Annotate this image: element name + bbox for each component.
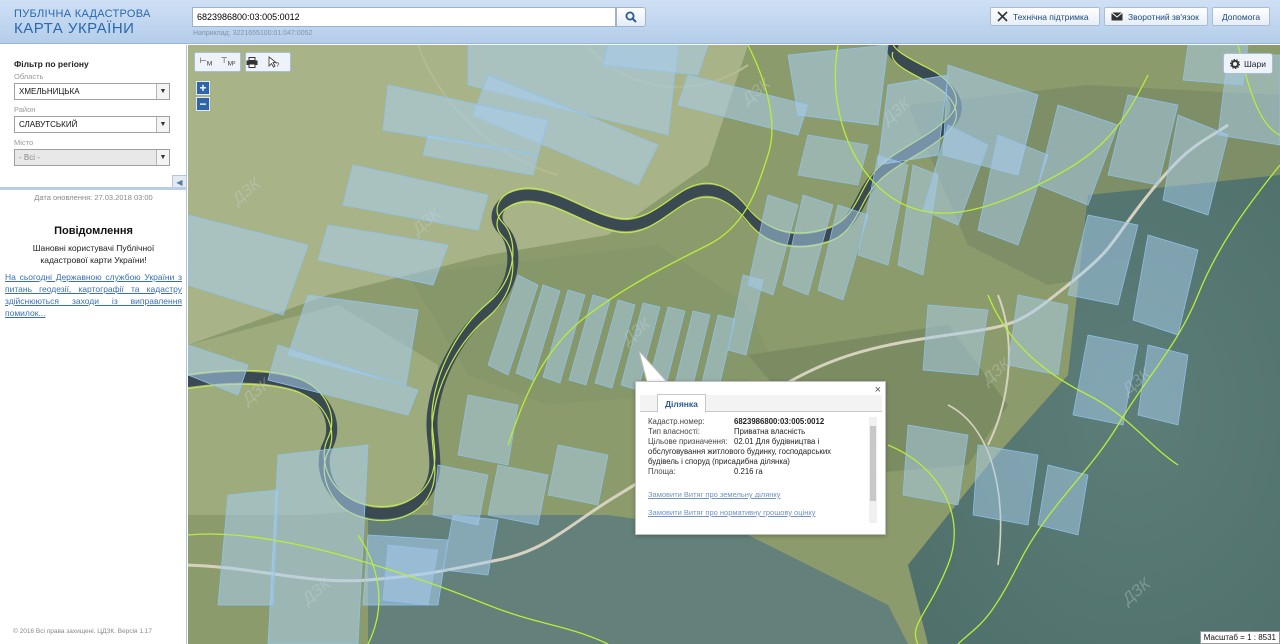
logo-line2: КАРТА УКРАЇНИ	[14, 20, 135, 37]
city-select[interactable]: - Всі - ▼	[14, 149, 170, 166]
region-value: ХМЕЛЬНИЦЬКА	[19, 87, 80, 96]
parcel-popup: × Ділянка Кадастр.номер: 6823986800:03:0…	[635, 381, 886, 535]
envelope-icon	[1111, 12, 1123, 21]
top-bar: ПУБЛІЧНА КАДАСТРОВА КАРТА УКРАЇНИ Наприк…	[0, 0, 1280, 44]
identify-button[interactable]: ?	[268, 56, 290, 68]
feedback-label: Зворотний зв'язок	[1128, 11, 1199, 22]
scrollbar-thumb[interactable]	[870, 426, 876, 501]
field-value: 6823986800:03:005:0012	[734, 417, 825, 426]
region-label: Область	[14, 72, 44, 81]
popup-pointer	[639, 351, 669, 383]
field-value: 0.216 га	[734, 467, 763, 476]
help-label: Допомога	[1221, 11, 1261, 22]
map-view[interactable]: ДЗК ДЗК ДЗК ДЗК ДЗК ДЗК ДЗК ДЗК ДЗК ДЗК …	[188, 45, 1280, 644]
copyright: © 2016 Всі права захищені. ЦДЗК. Версія …	[13, 628, 153, 635]
region-select[interactable]: ХМЕЛЬНИЦЬКА ▼	[14, 83, 170, 100]
city-value: - Всі -	[19, 153, 40, 162]
zoom-in-button[interactable]: +	[196, 81, 210, 95]
print-button[interactable]	[246, 56, 268, 68]
field-key: Тип власності:	[648, 427, 700, 436]
update-date: Дата оновлення: 27.03.2018 03:00	[34, 193, 153, 202]
measure-tools: ⊢М ⊤М²	[194, 52, 241, 72]
logo[interactable]: ПУБЛІЧНА КАДАСТРОВА КАРТА УКРАЇНИ	[14, 8, 151, 37]
district-label: Район	[14, 105, 36, 114]
measure-length-button[interactable]: ⊢М	[195, 56, 217, 68]
field-key: Площа:	[648, 467, 676, 476]
field-purpose-text: Цільове призначення: 02.01 Для будівництв…	[648, 437, 858, 467]
notice-link[interactable]: На сьогодні Державною службою України з …	[5, 271, 182, 319]
field-key: Кадастр.номер:	[648, 417, 705, 426]
measure-length-label: М	[206, 60, 213, 68]
field-key: Цільове призначення:	[648, 437, 728, 446]
search-icon	[625, 11, 637, 23]
city-label: Місто	[14, 138, 34, 147]
feedback-button[interactable]: Зворотний зв'язок	[1104, 7, 1208, 26]
search-example: Наприклад: 3221655100:01:047:0052	[193, 30, 313, 37]
support-button[interactable]: Технічна підтримка	[990, 7, 1100, 26]
cursor-help-icon: ?	[268, 56, 280, 68]
chevron-down-icon: ▼	[156, 84, 169, 99]
search-button[interactable]	[616, 7, 646, 27]
help-button[interactable]: Допомога	[1212, 7, 1270, 26]
notice-greeting: Шановні користувачі Публічної кадастрово…	[32, 243, 155, 265]
support-label: Технічна підтримка	[1013, 11, 1089, 22]
district-select[interactable]: СЛАВУТСЬКИЙ ▼	[14, 116, 170, 133]
order-extract-link[interactable]: Замовити Витяг про земельну ділянку	[648, 490, 781, 499]
print-icon	[246, 56, 258, 68]
zoom-out-button[interactable]: −	[196, 97, 210, 111]
notice-title: Повідомлення	[54, 225, 133, 237]
print-tools: ?	[245, 52, 291, 72]
tools-icon	[997, 11, 1008, 22]
order-valuation-link[interactable]: Замовити Витяг про нормативну грошову оц…	[648, 508, 815, 517]
filter-title: Фільтр по регіону	[14, 59, 89, 69]
satellite-map: ДЗК ДЗК ДЗК ДЗК ДЗК ДЗК ДЗК ДЗК ДЗК ДЗК	[188, 45, 1280, 644]
svg-text:?: ?	[276, 63, 280, 68]
district-value: СЛАВУТСЬКИЙ	[19, 120, 78, 129]
chevron-down-icon: ▼	[156, 117, 169, 132]
logo-line1: ПУБЛІЧНА КАДАСТРОВА	[14, 8, 151, 20]
scale-indicator: Масштаб = 1 : 8531	[1199, 631, 1280, 644]
layers-button[interactable]: Шари	[1223, 53, 1273, 74]
gear-icon	[1230, 58, 1240, 69]
tab-parcel[interactable]: Ділянка	[657, 394, 706, 413]
popup-scrollbar[interactable]	[869, 417, 877, 523]
popup-body: Кадастр.номер: 6823986800:03:005:0012 Ти…	[643, 414, 879, 526]
field-value: Приватна власність	[734, 427, 806, 436]
chevron-down-icon: ▼	[156, 150, 169, 165]
search-input[interactable]	[192, 7, 616, 27]
sidebar-divider	[0, 187, 187, 190]
layers-label: Шари	[1244, 58, 1266, 69]
sidebar: Фільтр по регіону Область ХМЕЛЬНИЦЬКА ▼ …	[0, 45, 187, 644]
measure-area-button[interactable]: ⊤М²	[217, 56, 239, 68]
measure-area-label: М²	[227, 60, 236, 68]
